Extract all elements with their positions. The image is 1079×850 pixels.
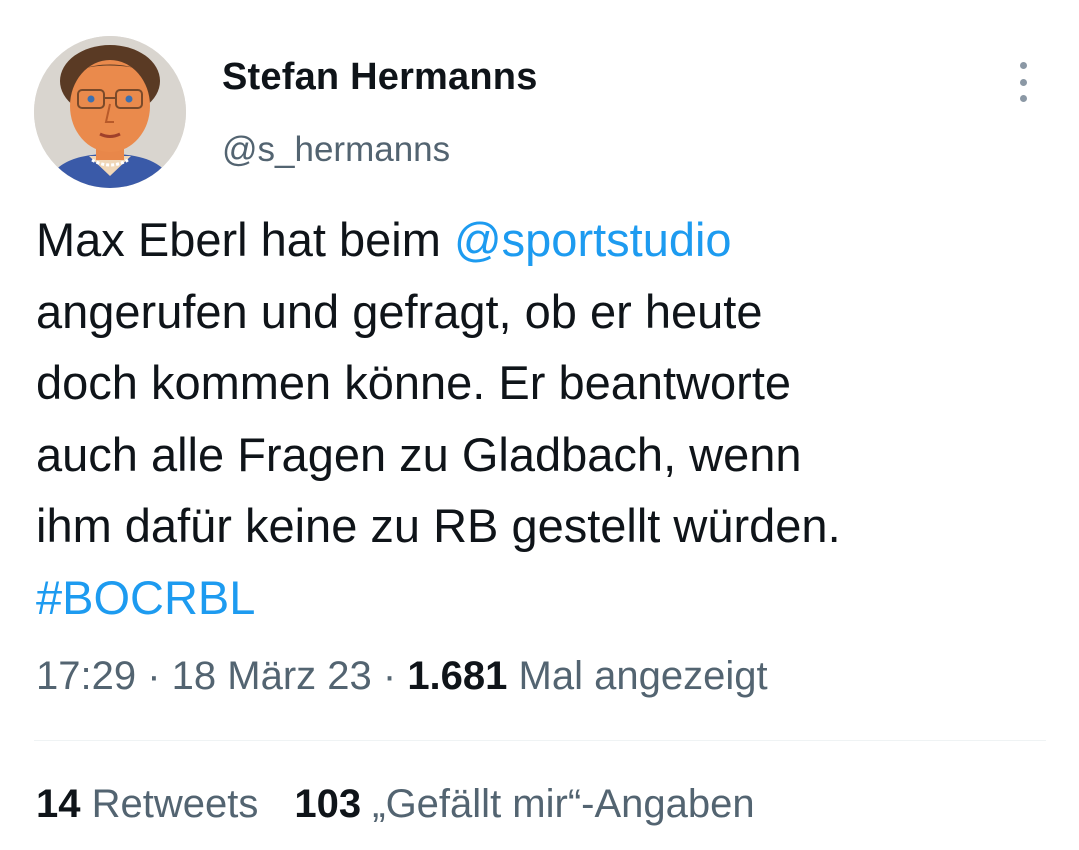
dot	[1019, 62, 1027, 69]
portrait-drawing-avatar	[34, 36, 186, 188]
more-options-icon[interactable]	[1008, 62, 1038, 102]
tweet-line: #BOCRBL	[36, 562, 1046, 634]
meta-separator: ·	[136, 654, 172, 698]
tweet-line: doch kommen könne. Er beantworte	[36, 356, 792, 409]
meta-separator: ·	[371, 654, 408, 698]
tweet-time[interactable]: 17:29	[36, 654, 136, 698]
dot	[1019, 78, 1027, 86]
dot	[1019, 95, 1027, 102]
author-avatar[interactable]	[34, 36, 186, 188]
tweet-text: Max Eberl hat beim @sportstudio angerufe…	[36, 204, 1046, 633]
tweet-line: ihm dafür keine zu RB gestellt würden.	[36, 499, 841, 552]
tweet-text-segment: Max Eberl hat beim	[36, 213, 454, 266]
likes-count: 103	[294, 782, 362, 826]
mention-link[interactable]: @sportstudio	[454, 213, 732, 266]
retweets-label: Retweets	[91, 782, 259, 826]
hashtag-link[interactable]: #BOCRBL	[36, 571, 255, 624]
author-handle[interactable]: @s_hermanns	[222, 130, 450, 170]
likes-label: „Gefällt mir“-Angaben	[372, 782, 755, 826]
views-count: 1.681	[407, 654, 508, 698]
retweets-stat[interactable]: 14 Retweets	[36, 782, 258, 826]
views-label: Mal angezeigt	[518, 654, 768, 698]
tweet-meta: 17:29 · 18 März 23 · 1.681 Mal angezeigt	[36, 654, 768, 699]
likes-stat[interactable]: 103 „Gefällt mir“-Angaben	[294, 782, 754, 826]
retweets-count: 14	[36, 782, 81, 826]
tweet-line: angerufen und gefragt, ob er heute	[36, 284, 763, 338]
tweet-stats: 14 Retweets 103 „Gefällt mir“-Angaben	[36, 782, 755, 827]
tweet-date[interactable]: 18 März 23	[172, 654, 372, 698]
tweet-line: Max Eberl hat beim @sportstudio	[36, 204, 1046, 276]
divider	[34, 740, 1046, 741]
tweet-line: auch alle Fragen zu Gladbach, wenn	[36, 427, 802, 481]
author-name[interactable]: Stefan Hermanns	[222, 56, 538, 99]
